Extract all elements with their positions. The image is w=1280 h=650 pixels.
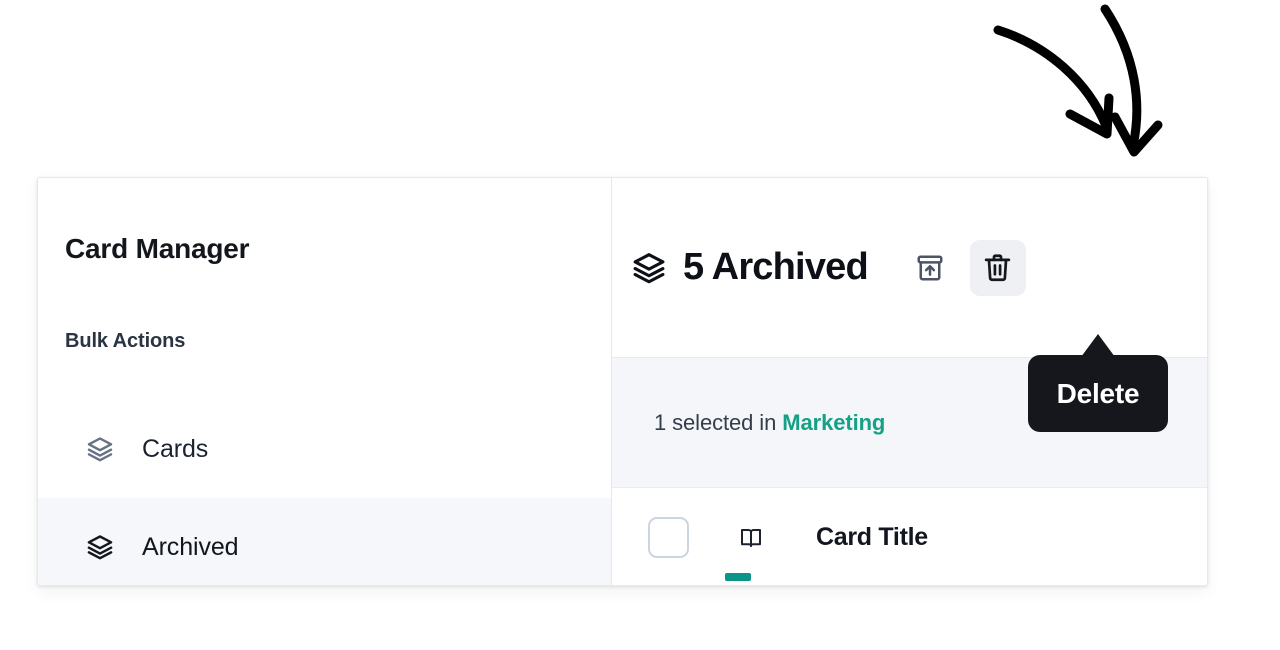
curved-arrow-left-head bbox=[1065, 93, 1114, 139]
sidebar-item-label: Archived bbox=[142, 532, 239, 561]
sidebar-item-label: Cards bbox=[142, 434, 209, 463]
trash-icon bbox=[982, 252, 1013, 283]
unarchive-icon bbox=[915, 253, 945, 283]
table-row[interactable]: Card Title bbox=[612, 488, 1207, 585]
card-title: Card Title bbox=[816, 523, 928, 551]
page-title: Card Manager bbox=[65, 233, 250, 264]
annotation-arrows bbox=[960, 0, 1200, 179]
delete-button[interactable] bbox=[969, 239, 1026, 296]
header-actions bbox=[902, 239, 1026, 296]
status-badge: 1 selected in Marketing bbox=[654, 410, 885, 436]
sidebar-nav-list: Cards Archived bbox=[38, 400, 611, 585]
row-checkbox[interactable] bbox=[648, 517, 689, 558]
archived-count-title: 5 Archived bbox=[683, 246, 869, 288]
content-header: 5 Archived bbox=[612, 178, 1207, 358]
layers-icon bbox=[632, 251, 666, 285]
sidebar-section-label: Bulk Actions bbox=[65, 330, 186, 352]
tooltip-caret bbox=[1081, 334, 1115, 357]
layers-icon bbox=[86, 435, 114, 463]
curved-arrow-right-head bbox=[1110, 112, 1163, 157]
curved-arrow-left-shaft bbox=[993, 25, 1111, 131]
layers-icon bbox=[86, 533, 114, 561]
status-prefix: 1 selected in bbox=[654, 409, 783, 435]
unarchive-button[interactable] bbox=[902, 240, 958, 296]
status-scope-link[interactable]: Marketing bbox=[782, 410, 885, 435]
sidebar-item-archived[interactable]: Archived bbox=[38, 498, 611, 585]
tooltip-label: Delete bbox=[1056, 377, 1140, 409]
book-icon bbox=[739, 526, 763, 550]
row-accent-bar bbox=[725, 573, 751, 581]
sidebar-item-cards[interactable]: Cards bbox=[38, 400, 611, 498]
curved-arrow-right-shaft bbox=[1100, 4, 1142, 151]
delete-tooltip: Delete bbox=[1028, 355, 1168, 432]
sidebar: Card Manager Bulk Actions Cards Archived bbox=[38, 178, 612, 585]
